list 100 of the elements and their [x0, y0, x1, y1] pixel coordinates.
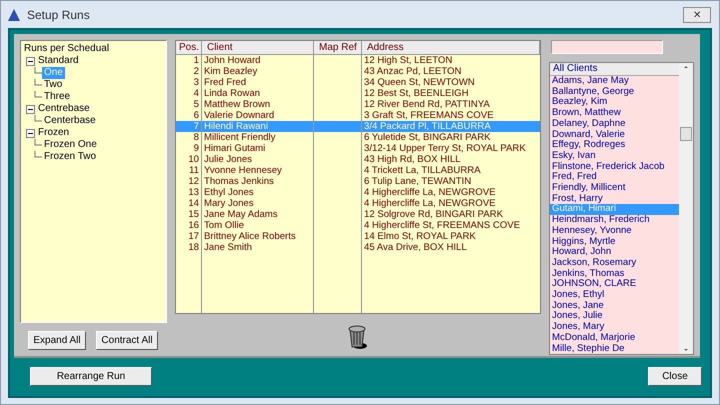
window-title: Setup Runs [27, 8, 91, 22]
table-cell: 11 [176, 165, 202, 176]
list-item[interactable]: Jenkins, Thomas [550, 268, 679, 280]
table-cell-text: 4 Trickett La, TILLABURRA [362, 165, 482, 176]
table-cell-text: 4 Highercliffe La, NEWGROVE [362, 198, 497, 209]
tree-item[interactable]: Two [42, 79, 64, 91]
table-cell: Himari Gutami [202, 143, 314, 154]
table-cell [314, 121, 362, 132]
column-header[interactable]: Address [362, 41, 540, 55]
table-cell: Kim Beazley [202, 66, 314, 77]
list-item[interactable]: Hennesey, Yvonne [550, 226, 679, 237]
tree-item[interactable]: Standard [36, 55, 81, 67]
table-cell-text: 12 Best St, BEENLEIGH [362, 88, 470, 99]
tree-item[interactable]: Runs per Schedual [22, 43, 112, 55]
table-cell: Fred Fred [202, 77, 314, 88]
list-item[interactable]: Beazley, Kim [550, 97, 679, 108]
table-cell: John Howard [202, 55, 314, 66]
list-item[interactable]: JOHNSON, CLARE [550, 279, 679, 290]
table-cell: 8 [176, 132, 202, 143]
column-header[interactable]: Pos. [176, 41, 202, 55]
table-cell: Yvonne Hennesey [202, 165, 314, 176]
collapse-icon[interactable] [26, 128, 35, 138]
list-item[interactable]: Jones, Mary [550, 322, 679, 333]
tree-item[interactable]: Centerbase [42, 115, 98, 127]
list-item[interactable]: Esky, Ivan [550, 150, 679, 162]
table-cell: Ethyl Jones [202, 187, 314, 198]
table-cell-text: 4 Highercliffe St, FREEMANS COVE [362, 220, 522, 231]
list-item[interactable]: McDonald, Marjorie [550, 332, 679, 344]
table-cell: Matthew Brown [202, 99, 314, 110]
list-item[interactable]: Adams, Jane May [550, 76, 679, 87]
table-cell: Jane Smith [202, 242, 314, 253]
table-cell-text: 12 Solgrove Rd, BINGARI PARK [362, 209, 504, 220]
table-cell-text: 45 Ava Drive, BOX HILL [362, 242, 468, 253]
rearrange-run-button[interactable]: Rearrange Run [30, 367, 152, 386]
expand-all-button[interactable]: Expand All [28, 331, 86, 350]
list-item[interactable]: Fred, Fred [550, 172, 679, 184]
table-cell: Brittney Alice Roberts [202, 231, 314, 242]
tree-item[interactable]: Frozen [36, 127, 72, 139]
table-cell: 1 [176, 55, 202, 66]
table-cell: 18 [176, 242, 202, 253]
search-field[interactable] [550, 40, 663, 54]
tree-item[interactable]: Frozen One [42, 139, 99, 151]
list-item[interactable]: Effegy, Rodreges [550, 140, 679, 151]
table-cell: 3/4 Packard Pl, TILLABURRA [362, 121, 540, 132]
list-item[interactable]: Higgins, Myrtle [550, 236, 679, 248]
table-cell: Millicent Friendly [202, 132, 314, 143]
tree-item[interactable]: Three [42, 91, 72, 103]
table-cell: Julie Jones [202, 154, 314, 165]
table-cell: Hilendi Rawani [202, 121, 314, 132]
list-item[interactable]: Friendly, Millicent [550, 183, 679, 194]
table-cell-text: 43 High Rd, BOX HILL [362, 154, 462, 165]
table-cell-text: 4 Highercliffe La, NEWGROVE [362, 187, 497, 198]
close-button[interactable]: ✕ [683, 6, 711, 22]
table-cell: Linda Rowan [202, 88, 314, 99]
table-cell: Thomas Jenkins [202, 176, 314, 187]
close-button[interactable]: Close [648, 367, 702, 386]
table-cell: 12 [176, 176, 202, 187]
list-item[interactable]: Heindmarsh, Frederich [550, 215, 679, 226]
table-cell: 10 [176, 154, 202, 165]
list-item[interactable]: Howard, John [550, 247, 679, 258]
list-item[interactable]: Jackson, Rosemary [550, 258, 679, 269]
table-cell: 16 [176, 220, 202, 231]
table-cell: 13 [176, 187, 202, 198]
list-header: All Clients [550, 63, 679, 76]
list-item[interactable]: Jones, Julie [550, 311, 679, 322]
table-cell-text: 43 Anzac Pd, LEETON [362, 66, 462, 77]
table-cell-text: 3/12-14 Upper Terry St, ROYAL PARK [362, 143, 527, 154]
table-cell-text: 12 River Bend Rd, PATTINYA [362, 99, 491, 110]
trash-icon[interactable] [346, 324, 369, 350]
list-item[interactable]: Flinstone, Frederick Jacob [550, 162, 679, 172]
table-cell: Mary Jones [202, 198, 314, 209]
column-header[interactable]: Map Ref [314, 41, 362, 55]
scroll-thumb[interactable] [680, 126, 692, 141]
collapse-icon[interactable] [26, 56, 35, 66]
contract-all-button[interactable]: Contract All [96, 331, 158, 350]
table-cell-text: 12 High St, LEETON [362, 55, 454, 66]
collapse-icon[interactable] [26, 104, 35, 114]
tree-item[interactable]: Frozen Two [42, 151, 98, 163]
list-item[interactable]: Delaney, Daphne [550, 118, 679, 130]
table-cell: 17 [176, 231, 202, 242]
table-cell: 3 [176, 77, 202, 88]
column-header[interactable]: Client [202, 41, 314, 55]
list-item[interactable]: Downard, Valerie [550, 130, 679, 140]
list-item[interactable]: Jones, Jane [550, 300, 679, 312]
list-item[interactable]: Ballantyne, George [550, 86, 679, 98]
table-cell: 15 [176, 209, 202, 220]
table-cell-text: 6 Tulip Lane, TEWANTIN [362, 176, 472, 187]
scrollbar[interactable] [679, 63, 693, 354]
table-cell: 5 [176, 99, 202, 110]
scroll-up-icon[interactable] [682, 63, 690, 71]
list-item[interactable]: Jones, Ethyl [550, 290, 679, 301]
table-cell: Tom Ollie [202, 220, 314, 231]
list-item[interactable]: Brown, Matthew [550, 108, 679, 119]
table-cell: Jane May Adams [202, 209, 314, 220]
table-cell-text: 6 Yuletide St, BINGARI PARK [362, 132, 492, 143]
table-cell: 4 [176, 88, 202, 99]
list-item[interactable]: Frost, Harry [550, 194, 679, 204]
list-item[interactable]: Mille, Stephie De [550, 344, 679, 354]
tree-item[interactable]: Centrebase [36, 103, 92, 115]
table-cell: 14 [176, 198, 202, 209]
